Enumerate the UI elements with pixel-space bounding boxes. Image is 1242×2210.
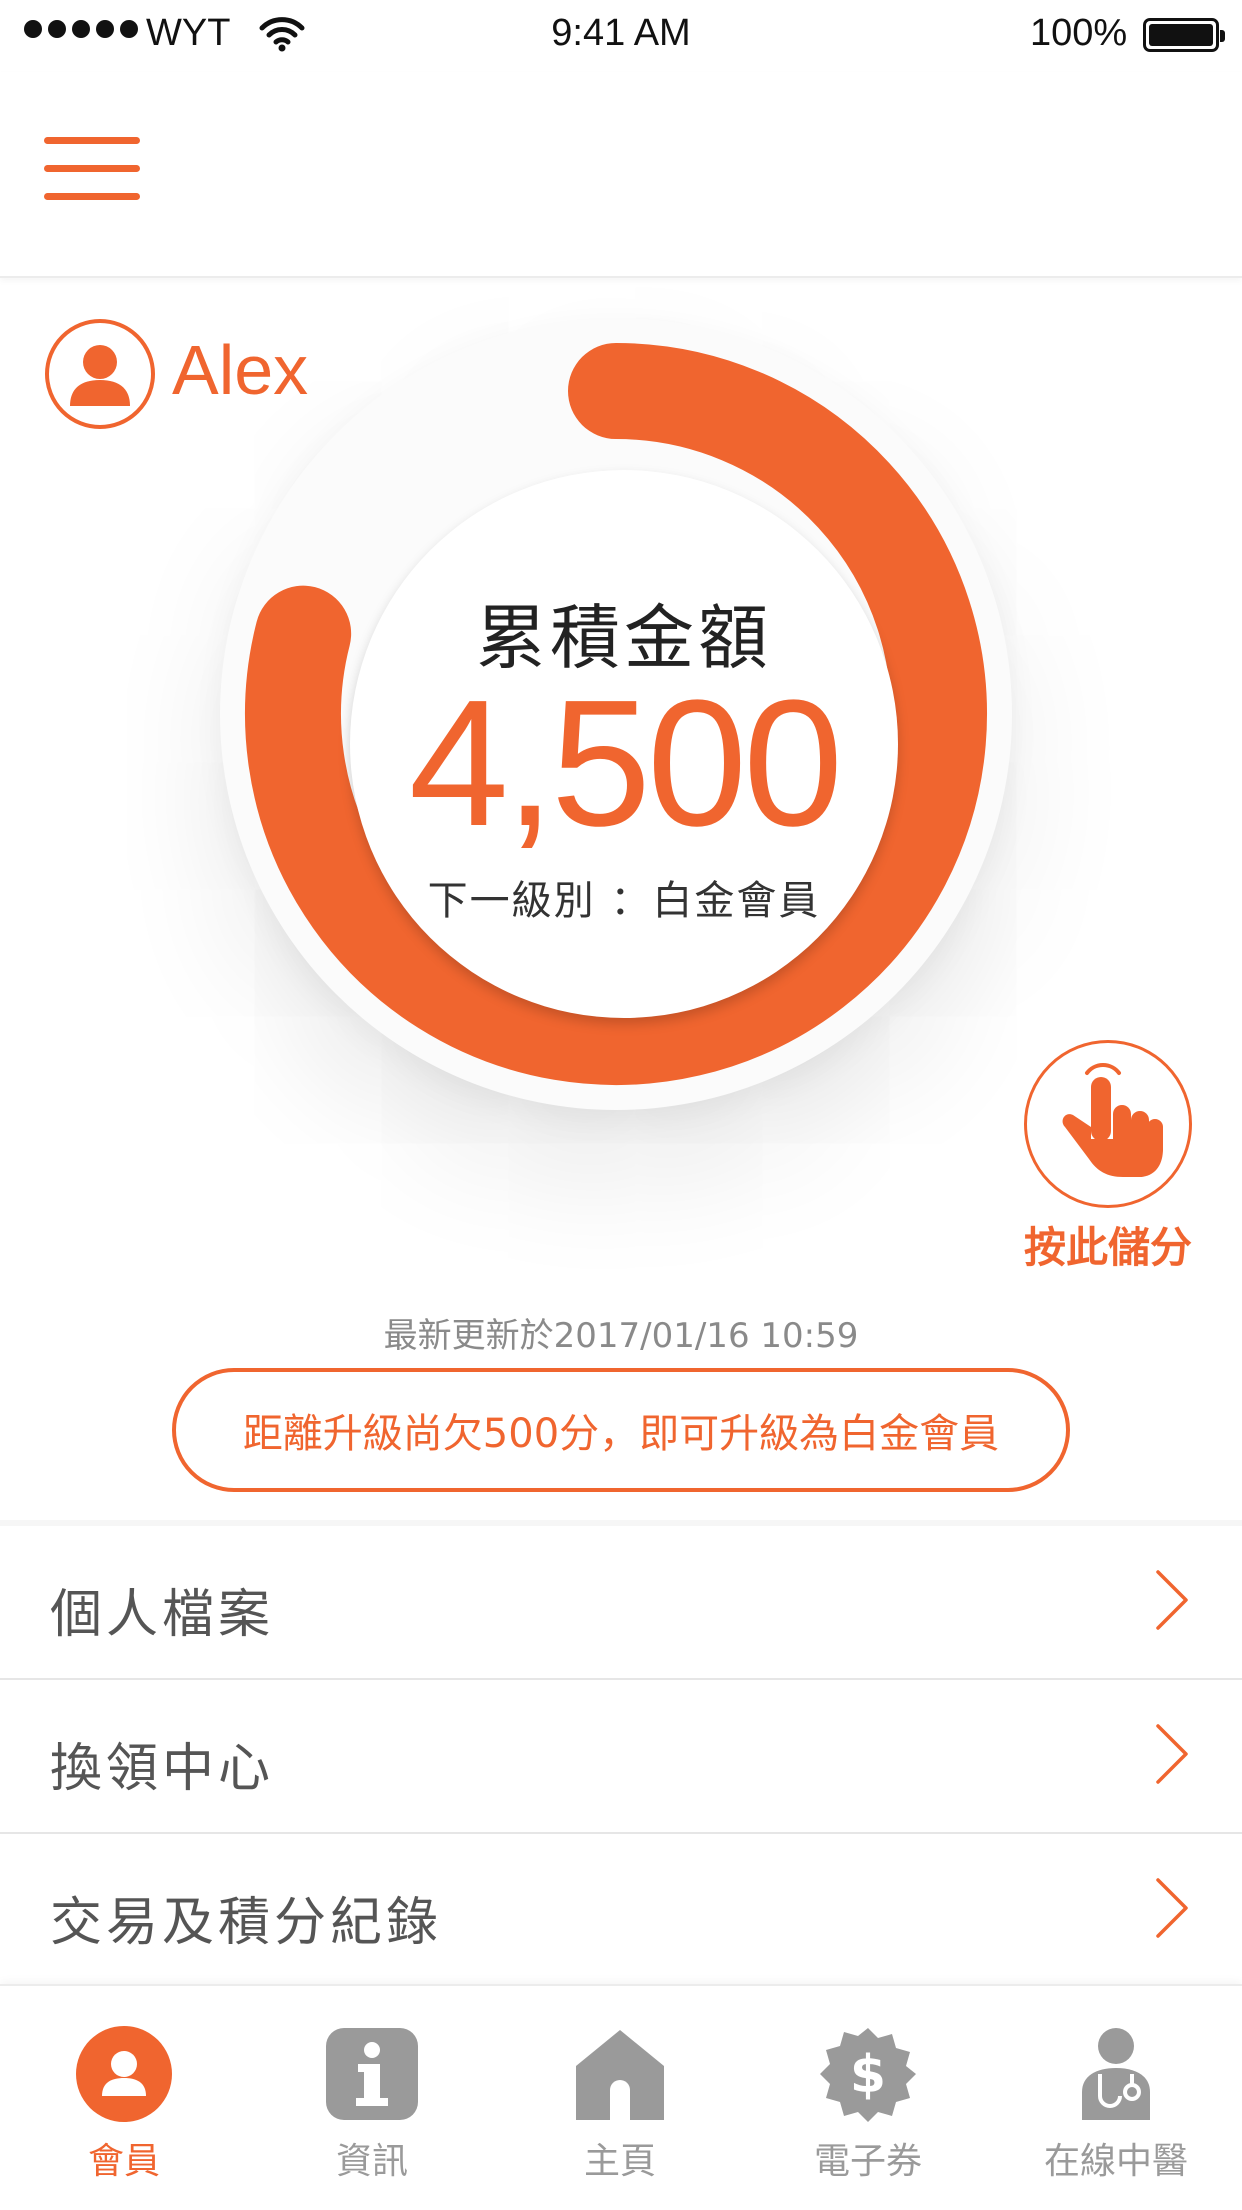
tab-coupon[interactable]: $ 電子券	[744, 1986, 992, 2210]
menu-item-transactions[interactable]: 交易及積分紀錄	[0, 1834, 1242, 1989]
chevron-right-icon	[1156, 1724, 1188, 1784]
svg-text:$: $	[850, 2045, 886, 2105]
upgrade-notice-pill: 距離升級尚欠500分，即可升級為白金會員	[172, 1368, 1070, 1492]
last-updated-text: 最新更新於2017/01/16 10:59	[383, 1316, 859, 1356]
earn-points-button[interactable]	[1024, 1040, 1192, 1208]
member-icon	[76, 2026, 172, 2122]
tab-label: 資訊	[335, 2141, 408, 2182]
menu-item-profile[interactable]: 個人檔案	[0, 1526, 1242, 1681]
tab-doctor[interactable]: 在線中醫	[992, 1986, 1240, 2210]
tab-label: 主頁	[583, 2141, 656, 2182]
tab-member[interactable]: 會員	[0, 1986, 248, 2210]
nav-bar	[0, 72, 1242, 278]
tab-home[interactable]: 主頁	[496, 1986, 744, 2210]
tap-hand-icon	[1062, 1063, 1163, 1177]
earn-points-label[interactable]: 按此儲分	[990, 1214, 1226, 1275]
status-bar: WYT 9:41 AM 100%	[0, 0, 1242, 72]
menu-item-label: 交易及積分紀錄	[50, 1893, 443, 1953]
chevron-right-icon	[1156, 1570, 1188, 1630]
battery-icon	[1143, 18, 1225, 52]
tab-label: 會員	[87, 2141, 160, 2182]
tab-info[interactable]: 資訊	[248, 1986, 496, 2210]
menu-item-label: 換領中心	[50, 1739, 275, 1799]
upgrade-notice-text: 距離升級尚欠500分，即可升級為白金會員	[242, 1411, 1000, 1457]
info-icon	[326, 2028, 418, 2120]
menu-item-redemption[interactable]: 換領中心	[0, 1680, 1242, 1835]
points-value: 4,500	[408, 663, 843, 864]
tab-label: 電子券	[813, 2141, 922, 2182]
home-icon	[576, 2030, 664, 2120]
menu-item-label: 個人檔案	[50, 1585, 275, 1645]
chevron-right-icon	[1156, 1878, 1188, 1938]
tab-bar: 會員 資訊 主頁 $ 電子券 在線中醫	[0, 1984, 1242, 2210]
battery-percentage: 100%	[1030, 12, 1128, 54]
hamburger-menu-icon[interactable]	[44, 137, 142, 201]
tab-label: 在線中醫	[1043, 2141, 1188, 2182]
doctor-icon	[1082, 2028, 1150, 2120]
next-level-text: 下一級別 ：白金會員	[427, 878, 821, 924]
coupon-icon: $	[820, 2028, 916, 2122]
user-avatar-icon[interactable]	[44, 318, 156, 430]
